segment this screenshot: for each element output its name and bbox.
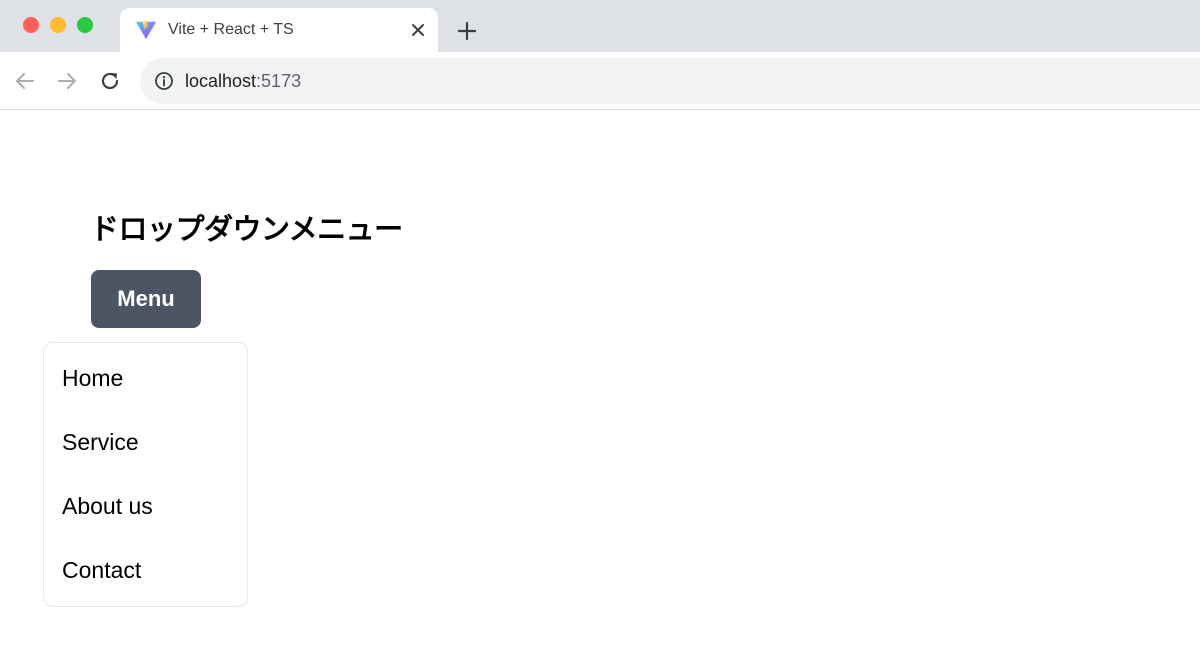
vite-logo-icon xyxy=(135,19,157,40)
menu-button[interactable]: Menu xyxy=(91,270,201,328)
close-tab-icon[interactable] xyxy=(408,20,428,40)
url-host: localhost xyxy=(185,71,257,91)
menu-item-contact[interactable]: Contact xyxy=(62,557,141,589)
maximize-window-button[interactable] xyxy=(77,17,93,33)
new-tab-icon[interactable] xyxy=(456,20,478,42)
dropdown-menu: Home Service About us Contact xyxy=(43,342,248,607)
menu-item-home[interactable]: Home xyxy=(62,365,123,397)
info-icon[interactable] xyxy=(154,71,174,91)
back-arrow-icon[interactable] xyxy=(13,69,37,93)
close-window-button[interactable] xyxy=(23,17,39,33)
address-bar[interactable]: localhost:5173 xyxy=(140,58,1200,104)
page-title: ドロップダウンメニュー xyxy=(90,212,403,246)
browser-tabstrip: Vite + React + TS xyxy=(0,0,1200,52)
browser-toolbar: localhost:5173 xyxy=(0,52,1200,110)
reload-icon[interactable] xyxy=(98,69,122,93)
menu-item-service[interactable]: Service xyxy=(62,429,139,461)
minimize-window-button[interactable] xyxy=(50,17,66,33)
url-port: :5173 xyxy=(256,71,302,91)
tab-title: Vite + React + TS xyxy=(168,21,294,38)
url-text: localhost:5173 xyxy=(185,71,301,92)
menu-item-about-us[interactable]: About us xyxy=(62,493,153,525)
forward-arrow-icon[interactable] xyxy=(55,69,79,93)
browser-tab-active[interactable]: Vite + React + TS xyxy=(120,8,438,52)
